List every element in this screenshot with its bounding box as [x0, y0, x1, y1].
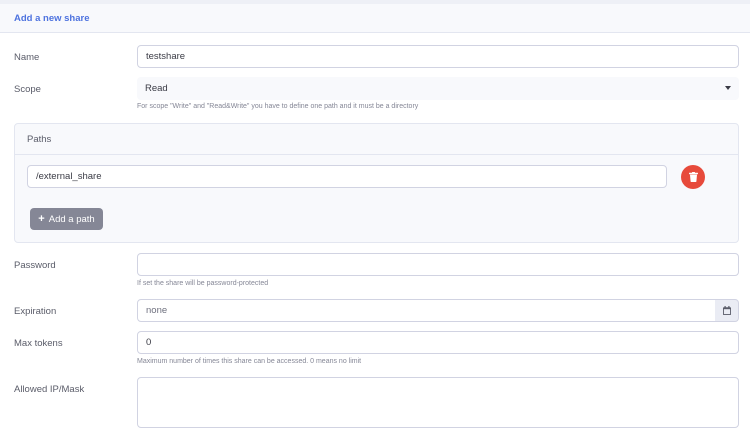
- add-path-button[interactable]: + Add a path: [30, 208, 103, 230]
- password-input[interactable]: [137, 253, 739, 276]
- delete-path-button[interactable]: [681, 165, 705, 189]
- max-tokens-help-text: Maximum number of times this share can b…: [137, 358, 362, 365]
- scope-help-text: For scope "Write" and "Read&Write" you h…: [137, 103, 419, 110]
- add-path-label: Add a path: [48, 213, 95, 225]
- max-tokens-label: Max tokens: [14, 338, 63, 349]
- trash-icon: [688, 172, 698, 182]
- max-tokens-input[interactable]: 0: [137, 331, 739, 354]
- expiration-input-value: none: [146, 305, 168, 316]
- password-help-text: If set the share will be password-protec…: [137, 280, 269, 287]
- paths-header: Paths: [15, 124, 738, 155]
- card-header: Add a new share: [0, 4, 750, 33]
- page-title: Add a new share: [14, 13, 90, 24]
- allowed-ip-textarea[interactable]: [137, 377, 739, 428]
- max-tokens-input-value: 0: [146, 337, 152, 348]
- name-input-value: testshare: [146, 51, 186, 62]
- name-label: Name: [14, 52, 40, 63]
- expiration-label: Expiration: [14, 306, 57, 317]
- plus-icon: +: [38, 212, 45, 225]
- expiration-input[interactable]: none: [137, 299, 716, 322]
- calendar-button[interactable]: [715, 299, 739, 322]
- caret-down-icon: [725, 86, 731, 90]
- path-input-value: /external_share: [36, 171, 102, 182]
- scope-selected-value: Read: [145, 83, 168, 94]
- scope-label: Scope: [14, 84, 41, 95]
- calendar-icon: [722, 306, 731, 315]
- path-input[interactable]: /external_share: [27, 165, 667, 188]
- name-input[interactable]: testshare: [137, 45, 739, 68]
- paths-title: Paths: [27, 134, 52, 145]
- password-label: Password: [14, 260, 56, 271]
- scope-select[interactable]: Read: [137, 77, 739, 100]
- allowed-ip-label: Allowed IP/Mask: [14, 384, 85, 395]
